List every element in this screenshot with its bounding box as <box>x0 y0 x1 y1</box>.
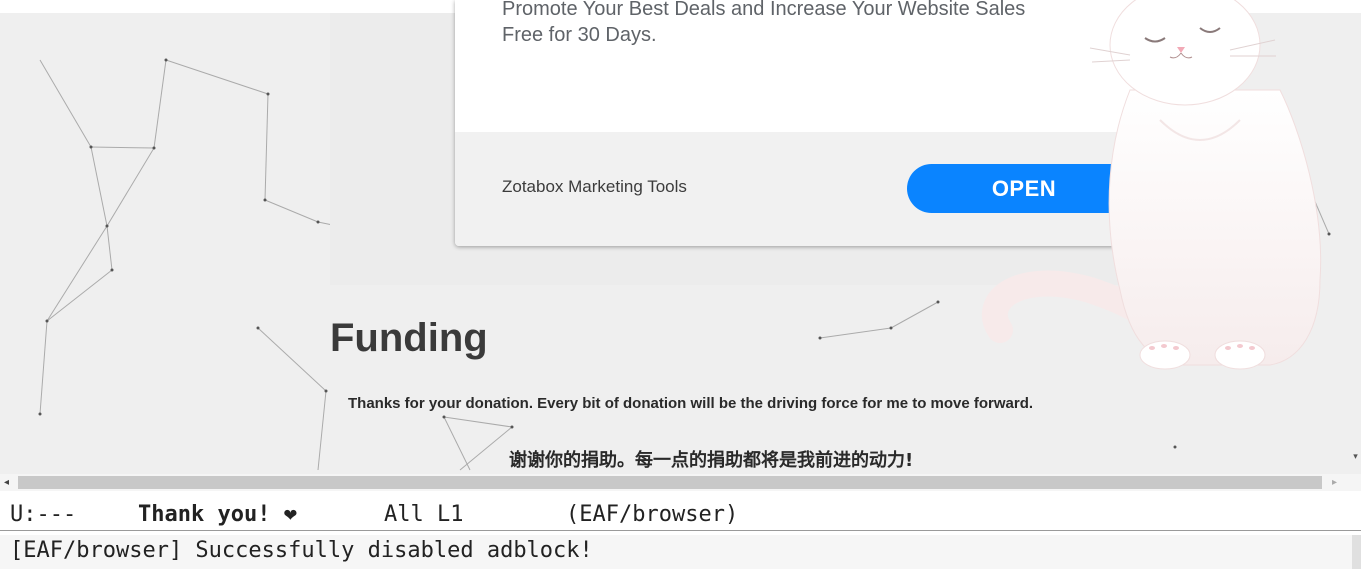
horizontal-scrollbar[interactable]: ◂ ▸ <box>0 474 1361 491</box>
emacs-frame: Promote Your Best Deals and Increase You… <box>0 0 1361 569</box>
modeline-position: All L1 <box>384 502 464 527</box>
funding-text-en: Thanks for your donation. Every bit of d… <box>348 395 1034 412</box>
minibuffer-message: [EAF/browser] Successfully disabled adbl… <box>10 538 593 563</box>
minibuffer-scroll-indicator <box>1352 535 1361 569</box>
scroll-right-arrow-icon[interactable]: ▸ <box>1332 474 1346 491</box>
modeline-status: U:--- <box>10 502 77 527</box>
modeline-buffer-name[interactable]: Thank you! ❤ <box>138 500 297 530</box>
funding-heading: Funding <box>330 316 488 360</box>
scroll-down-arrow-icon[interactable]: ▾ <box>1350 452 1361 462</box>
mode-line: U:--- Thank you! ❤ All L1 (EAF/browser) <box>0 500 1361 531</box>
scroll-left-arrow-icon[interactable]: ◂ <box>4 474 18 491</box>
cat-mascot-image <box>981 0 1322 370</box>
funding-text-zh: 谢谢你的捐助。每一点的捐助都将是我前进的动力! <box>509 450 914 471</box>
horizontal-scroll-thumb[interactable] <box>18 476 1322 489</box>
modeline-major-mode[interactable]: (EAF/browser) <box>566 500 738 530</box>
minibuffer[interactable]: [EAF/browser] Successfully disabled adbl… <box>0 535 1361 569</box>
browser-viewport[interactable]: Promote Your Best Deals and Increase You… <box>0 0 1361 474</box>
ad-brand-label: Zotabox Marketing Tools <box>502 177 687 196</box>
